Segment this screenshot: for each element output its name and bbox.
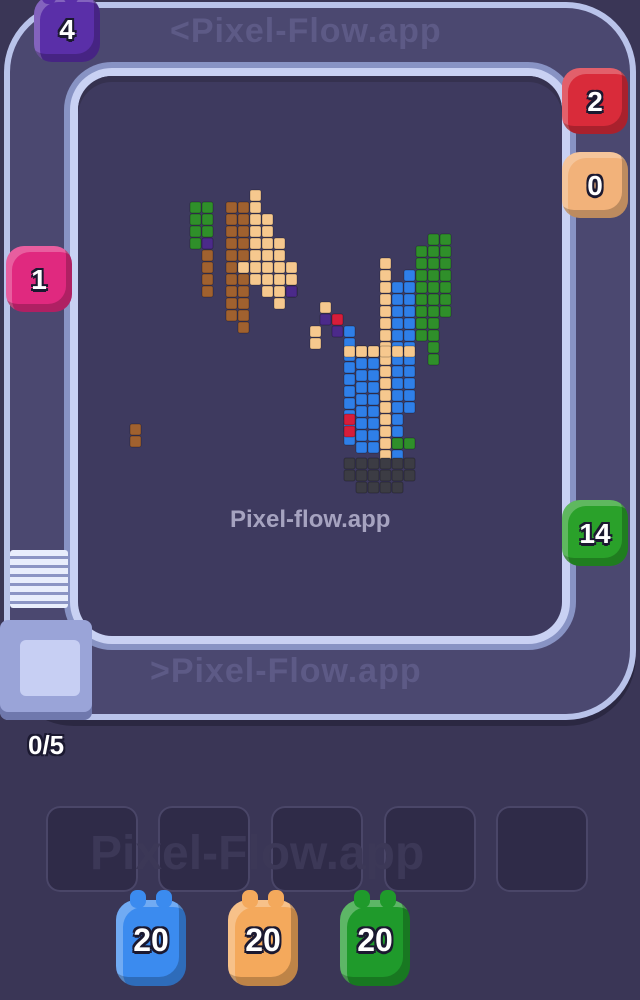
belt-watermark-bottom: >Pixel-Flow.app [150,652,422,690]
shooter-count: 0 [587,170,603,201]
shooter-count: 4 [59,14,75,45]
queue-count: 20 [357,922,393,958]
queue-shooter-blue[interactable]: 20 [116,890,186,986]
queue-count: 20 [245,922,281,958]
belt-shooter-pink[interactable]: 1 [6,246,72,312]
belt-gate [10,550,68,608]
holding-slot-5[interactable] [496,806,588,892]
game-board [78,76,562,636]
queue-shooter-orange[interactable]: 20 [228,890,298,986]
shooter-dispenser [0,620,92,720]
belt-watermark-top: <Pixel-Flow.app [170,12,442,50]
queue-shooter-green[interactable]: 20 [340,890,410,986]
belt-shooter-green[interactable]: 14 [562,500,628,566]
belt-shooter-red[interactable]: 2 [562,68,628,134]
belt-shooter-purple[interactable]: 4 [34,0,100,62]
dispenser-counter: 0/5 [28,730,65,760]
shooter-count: 14 [579,518,611,549]
dispenser-window [20,640,80,696]
shooter-count: 1 [31,264,47,295]
belt-shooter-orange[interactable]: 0 [562,152,628,218]
board-watermark: Pixel-flow.app [230,506,391,533]
slots-watermark: Pixel-Flow.app [90,827,425,880]
queue-count: 20 [133,922,169,958]
shooter-count: 2 [587,86,603,117]
